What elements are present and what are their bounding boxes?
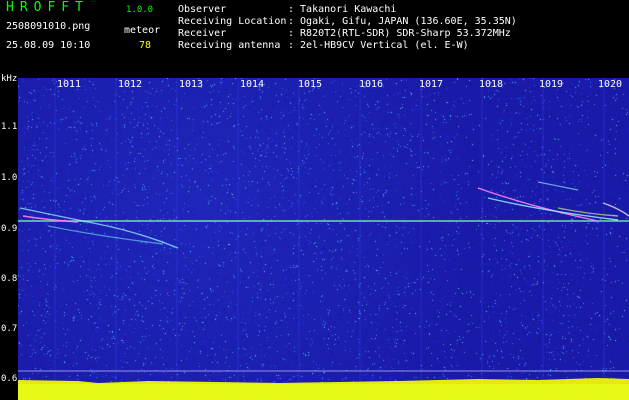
observer-value: : Takanori Kawachi — [288, 4, 397, 15]
location-value: : Ogaki, Gifu, JAPAN (136.60E, 35.35N) — [288, 16, 517, 27]
x-tick-label: 1016 — [359, 79, 384, 90]
app-version: 1.0.0 — [126, 5, 154, 15]
x-tick-label: 1020 — [598, 79, 623, 90]
x-tick-label: 1014 — [240, 79, 265, 90]
y-tick-label: 0.9 — [1, 224, 18, 234]
x-tick-label: 1012 — [118, 79, 143, 90]
frequency-axis: kHz 1.1 1.0 0.9 0.8 0.7 0.6 — [0, 72, 18, 400]
x-tick-label: 1013 — [179, 79, 204, 90]
y-tick-label: 0.7 — [1, 324, 18, 334]
observer-label: Observer — [178, 4, 227, 15]
x-tick-label: 1015 — [298, 79, 323, 90]
x-tick-label: 1019 — [539, 79, 564, 90]
x-tick-label: 1018 — [479, 79, 504, 90]
app-title: HROFFT — [6, 0, 89, 15]
spectrogram-plot — [18, 78, 629, 400]
y-tick-label: 0.8 — [1, 274, 18, 284]
y-axis-unit: kHz — [1, 74, 18, 84]
signal-level-trace — [18, 378, 629, 400]
meteor-echoes-right — [477, 181, 629, 222]
antenna-label: Receiving antenna — [178, 40, 281, 51]
meteor-label: meteor — [124, 25, 161, 36]
x-tick-label: 1011 — [57, 79, 82, 90]
meteor-count: 78 — [139, 40, 152, 51]
meteor-echoes-left — [19, 207, 179, 249]
y-tick-label: 1.1 — [1, 122, 18, 132]
location-label: Receiving Location — [178, 16, 287, 27]
receiver-value: : R820T2(RTL-SDR) SDR-Sharp 53.372MHz — [288, 28, 511, 39]
y-tick-label: 0.6 — [1, 374, 18, 384]
x-tick-label: 1017 — [419, 79, 444, 90]
y-tick-label: 1.0 — [1, 173, 18, 183]
date-time: 25.08.09 10:10 — [6, 40, 91, 51]
header-panel: HROFFT 1.0.0 2508091010.png meteor 25.08… — [0, 0, 629, 72]
signal-overlay — [18, 78, 629, 400]
time-grid — [54, 78, 605, 400]
file-name: 2508091010.png — [6, 21, 91, 32]
receiver-label: Receiver — [178, 28, 227, 39]
antenna-value: : 2el-HB9CV Vertical (el. E-W) — [288, 40, 469, 51]
